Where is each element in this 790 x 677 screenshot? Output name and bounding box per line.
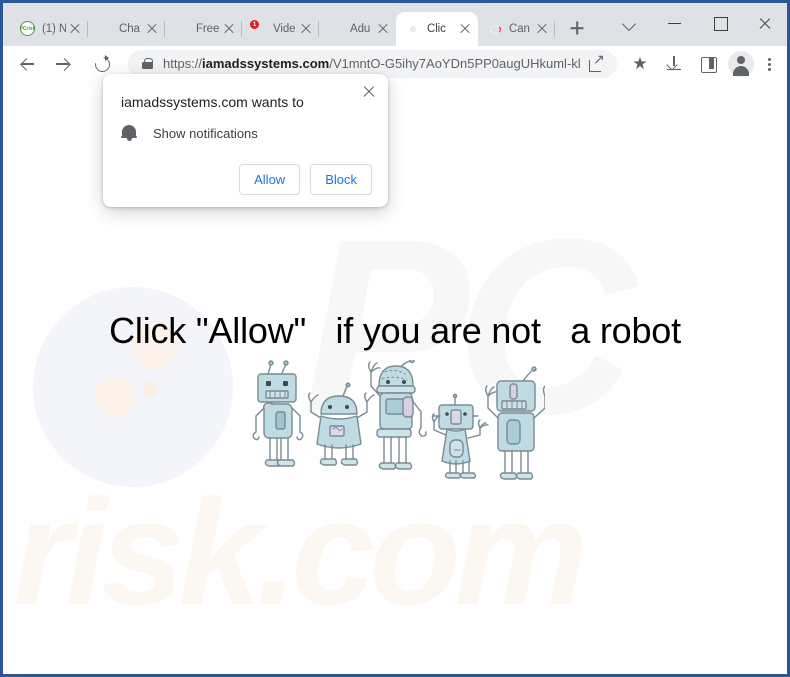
profile-avatar[interactable] <box>728 50 754 77</box>
tab-list: PCrisk (1) N Cha Free 1 Vide Adu Clic Ca… <box>11 3 591 46</box>
url-text: https://iamadssystems.com/V1mntO-G5ihy7A… <box>163 56 581 71</box>
page-headline: Click "Allow" if you are not a robot <box>109 310 681 351</box>
tab-title: Cha <box>119 23 140 35</box>
lock-icon <box>142 57 153 70</box>
notification-permission-dialog: iamadssystems.com wants to Show notifica… <box>103 74 388 207</box>
tab-separator <box>554 21 555 37</box>
window-controls <box>607 3 787 43</box>
chrome-icon <box>405 21 421 37</box>
cam-icon <box>487 21 503 37</box>
tab-click-active[interactable]: Clic <box>396 12 478 46</box>
share-icon[interactable] <box>587 51 607 74</box>
notification-badge: 1 <box>250 20 259 29</box>
url-path: /V1mntO-G5ihy7AoYDn5PP0augUHkuml-kls3cpN… <box>329 56 581 71</box>
chameleon-icon <box>97 21 113 37</box>
tab-close-icon[interactable] <box>535 22 549 36</box>
tab-title: Vide <box>273 23 296 35</box>
side-panel-icon[interactable] <box>693 49 723 79</box>
robot-illustration <box>252 360 545 480</box>
decorative-dot <box>143 382 157 396</box>
tab-video[interactable]: 1 Vide <box>242 12 319 46</box>
tab-strip: PCrisk (1) N Cha Free 1 Vide Adu Clic Ca… <box>3 3 787 46</box>
maximize-button[interactable] <box>697 5 742 41</box>
tab-title: Free <box>196 23 220 35</box>
close-window-button[interactable] <box>742 5 787 41</box>
video-icon: 1 <box>250 20 267 37</box>
tab-close-icon[interactable] <box>458 22 472 36</box>
globe-icon <box>328 21 344 37</box>
decorative-dot <box>95 377 135 417</box>
tab-close-icon[interactable] <box>376 22 390 36</box>
chevron-down-icon[interactable] <box>607 5 652 41</box>
tab-free[interactable]: Free <box>165 12 242 46</box>
bookmark-star-icon[interactable]: ★ <box>625 49 655 79</box>
tab-title: Can <box>509 23 530 35</box>
browser-window: PCrisk (1) N Cha Free 1 Vide Adu Clic Ca… <box>0 0 790 677</box>
dialog-title: iamadssystems.com wants to <box>121 94 304 110</box>
tab-close-icon[interactable] <box>222 22 236 36</box>
url-scheme: https:// <box>163 56 203 71</box>
close-icon[interactable] <box>360 83 378 101</box>
globe-icon <box>174 21 190 37</box>
forward-button[interactable] <box>48 49 78 79</box>
url-domain: iamadssystems.com <box>202 56 330 71</box>
watermark-risk: risk.com <box>13 468 588 636</box>
tab-adult[interactable]: Adu <box>319 12 396 46</box>
tab-close-icon[interactable] <box>299 22 313 36</box>
allow-button[interactable]: Allow <box>239 164 301 195</box>
three-dot-menu-icon[interactable] <box>757 49 781 79</box>
tab-title: Adu <box>350 23 371 35</box>
new-tab-button[interactable] <box>563 14 591 42</box>
tab-close-icon[interactable] <box>145 22 159 36</box>
dialog-actions: Allow Block <box>119 164 372 195</box>
tab-title: Clic <box>427 23 446 35</box>
pcrisk-icon: PCrisk <box>20 21 36 37</box>
download-icon[interactable] <box>659 49 689 79</box>
tab-pcrisk[interactable]: PCrisk (1) N <box>11 12 88 46</box>
bell-icon <box>121 124 137 142</box>
permission-row: Show notifications <box>121 124 372 142</box>
tab-chameleon[interactable]: Cha <box>88 12 165 46</box>
tab-cam[interactable]: Can <box>478 12 555 46</box>
minimize-button[interactable] <box>652 5 697 41</box>
tab-title: (1) N <box>42 23 66 35</box>
tab-close-icon[interactable] <box>68 22 82 36</box>
block-button[interactable]: Block <box>310 164 372 195</box>
back-button[interactable] <box>12 49 42 79</box>
permission-label: Show notifications <box>153 125 258 141</box>
